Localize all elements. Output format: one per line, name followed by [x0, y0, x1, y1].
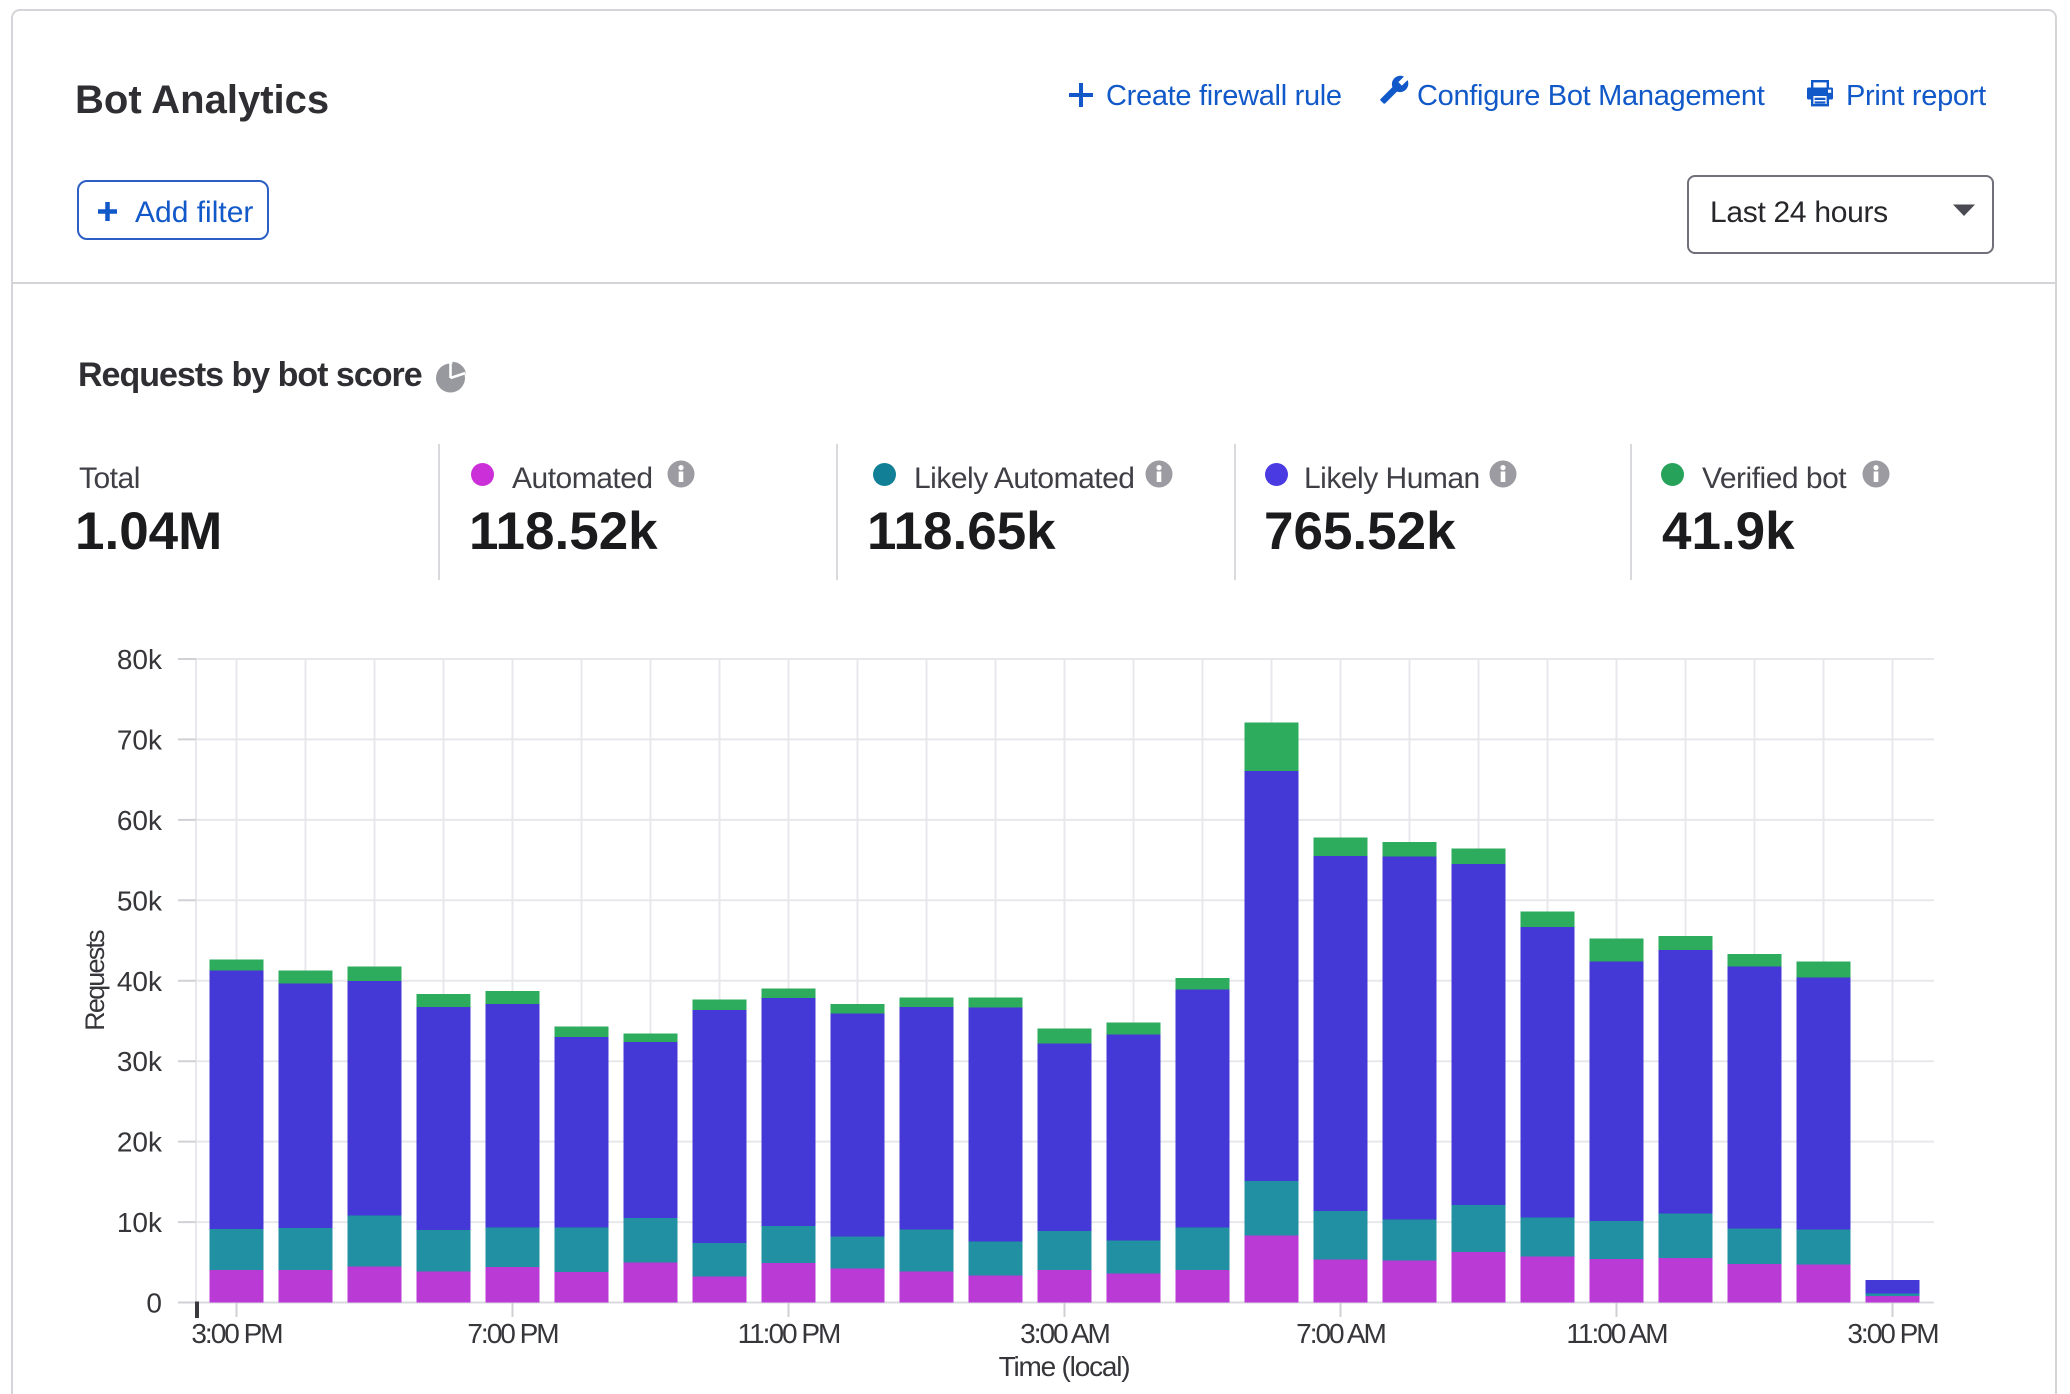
- svg-text:0: 0: [146, 1288, 162, 1319]
- svg-text:3:00 AM: 3:00 AM: [1020, 1318, 1109, 1349]
- svg-text:11:00 AM: 11:00 AM: [1566, 1318, 1667, 1349]
- svg-text:30k: 30k: [117, 1046, 163, 1077]
- svg-text:Requests: Requests: [80, 930, 110, 1031]
- svg-text:7:00 AM: 7:00 AM: [1296, 1318, 1385, 1349]
- svg-text:60k: 60k: [117, 805, 163, 836]
- svg-text:3:00 PM: 3:00 PM: [191, 1318, 282, 1349]
- svg-text:20k: 20k: [117, 1127, 163, 1158]
- svg-text:40k: 40k: [117, 966, 163, 997]
- svg-text:Time (local): Time (local): [999, 1351, 1130, 1382]
- svg-text:7:00 PM: 7:00 PM: [467, 1318, 558, 1349]
- svg-text:11:00 PM: 11:00 PM: [738, 1318, 840, 1349]
- svg-text:70k: 70k: [117, 724, 163, 755]
- svg-text:10k: 10k: [117, 1207, 163, 1238]
- svg-text:50k: 50k: [117, 885, 163, 916]
- svg-text:80k: 80k: [117, 644, 163, 675]
- svg-text:3:00 PM: 3:00 PM: [1847, 1318, 1938, 1349]
